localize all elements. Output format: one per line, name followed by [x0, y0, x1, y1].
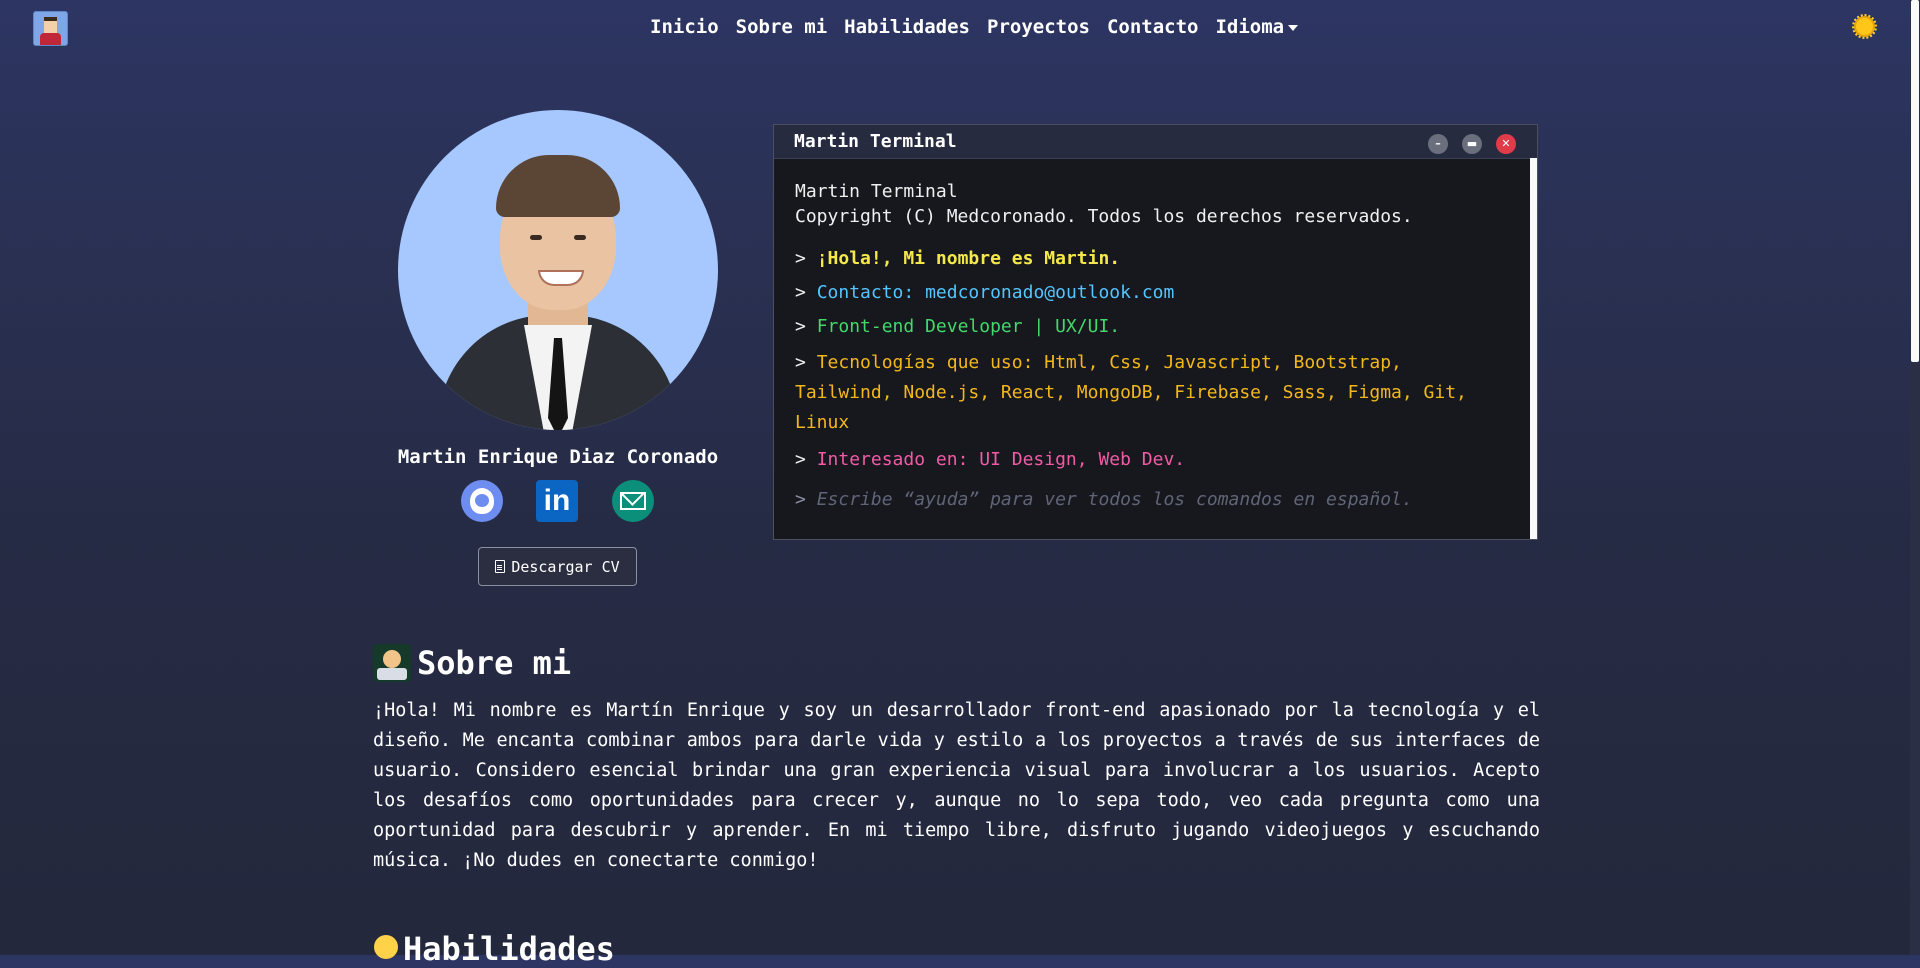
about-title-text: Sobre mi [417, 644, 572, 682]
download-cv-label: Descargar CV [511, 557, 620, 576]
prompt-symbol: > [795, 316, 806, 337]
terminal-greeting-line: > ¡Hola!, Mi nombre es Martin. [795, 246, 1507, 271]
maximize-icon[interactable]: ▬ [1462, 134, 1482, 154]
logo-icon[interactable] [33, 11, 68, 46]
profile-name: Martin Enrique Diaz Coronado [397, 446, 719, 468]
terminal-tech: Tecnologías que uso: Html, Css, Javascri… [795, 352, 1467, 433]
nav-links: Inicio Sobre mi Habilidades Proyectos Co… [650, 16, 1299, 38]
nav-habilidades[interactable]: Habilidades [844, 16, 970, 38]
about-section-title: Sobre mi [373, 644, 571, 682]
terminal-contact-line: > Contacto: medcoronado@outlook.com [795, 280, 1507, 305]
close-icon[interactable]: ✕ [1496, 134, 1516, 154]
theme-toggle-sun-icon[interactable] [1852, 14, 1877, 39]
minimize-icon[interactable]: – [1428, 134, 1448, 154]
terminal-output: Martin Terminal Copyright (C) Medcoronad… [795, 179, 1507, 512]
lightbulb-icon [373, 933, 399, 965]
terminal-interests-line: > Interesado en: UI Design, Web Dev. [795, 447, 1507, 472]
about-text: ¡Hola! Mi nombre es Martín Enrique y soy… [373, 700, 1540, 871]
prompt-symbol: > [795, 449, 806, 470]
terminal-interests: Interesado en: UI Design, Web Dev. [816, 449, 1186, 470]
nav-contacto[interactable]: Contacto [1107, 16, 1199, 38]
skills-title-text: Habilidades [403, 930, 615, 968]
terminal-input[interactable]: > Escribe “ayuda” para ver todos los com… [795, 487, 1507, 512]
terminal-input-placeholder: Escribe “ayuda” para ver todos los coman… [816, 489, 1413, 510]
nav-idioma-dropdown[interactable]: Idioma [1215, 16, 1299, 38]
nav-proyectos[interactable]: Proyectos [987, 16, 1090, 38]
terminal-tech-line: > Tecnologías que uso: Html, Css, Javasc… [795, 348, 1507, 438]
terminal-scrollbar[interactable] [1530, 158, 1537, 539]
page-scrollbar[interactable] [1910, 0, 1920, 955]
nav-inicio[interactable]: Inicio [650, 16, 719, 38]
terminal-role-line: > Front-end Developer | UX/UI. [795, 314, 1507, 339]
navbar: Inicio Sobre mi Habilidades Proyectos Co… [0, 0, 1920, 56]
terminal-role: Front-end Developer | UX/UI. [816, 316, 1121, 337]
terminal-contact-email[interactable]: medcoronado@outlook.com [925, 282, 1174, 303]
page-scrollbar-thumb[interactable] [1911, 0, 1919, 362]
terminal-contact-label: Contacto: [816, 282, 915, 303]
document-icon [495, 560, 506, 573]
prompt-symbol: > [795, 489, 806, 510]
prompt-symbol: > [795, 248, 806, 269]
terminal-copyright: Copyright (C) Medcoronado. Todos los der… [795, 206, 1413, 227]
caret-down-icon [1288, 24, 1299, 31]
profile-photo [398, 110, 718, 430]
github-icon[interactable] [461, 480, 503, 522]
terminal-header-line: Martin Terminal [795, 181, 958, 202]
developer-emoji-icon [373, 644, 411, 682]
nav-sobre-mi[interactable]: Sobre mi [736, 16, 828, 38]
terminal-titlebar: Martin Terminal – ▬ ✕ [774, 125, 1537, 159]
nav-idioma-label: Idioma [1215, 16, 1285, 38]
download-cv-button[interactable]: Descargar CV [478, 547, 637, 586]
prompt-symbol: > [795, 282, 806, 303]
skills-section-title: Habilidades [373, 930, 615, 968]
linkedin-icon[interactable]: in [536, 480, 578, 522]
terminal-greeting: ¡Hola!, Mi nombre es Martin. [816, 248, 1121, 269]
prompt-symbol: > [795, 352, 806, 373]
terminal-window: Martin Terminal – ▬ ✕ Martin Terminal Co… [773, 124, 1538, 540]
terminal-title: Martin Terminal [794, 131, 957, 152]
mail-icon[interactable] [612, 480, 654, 522]
